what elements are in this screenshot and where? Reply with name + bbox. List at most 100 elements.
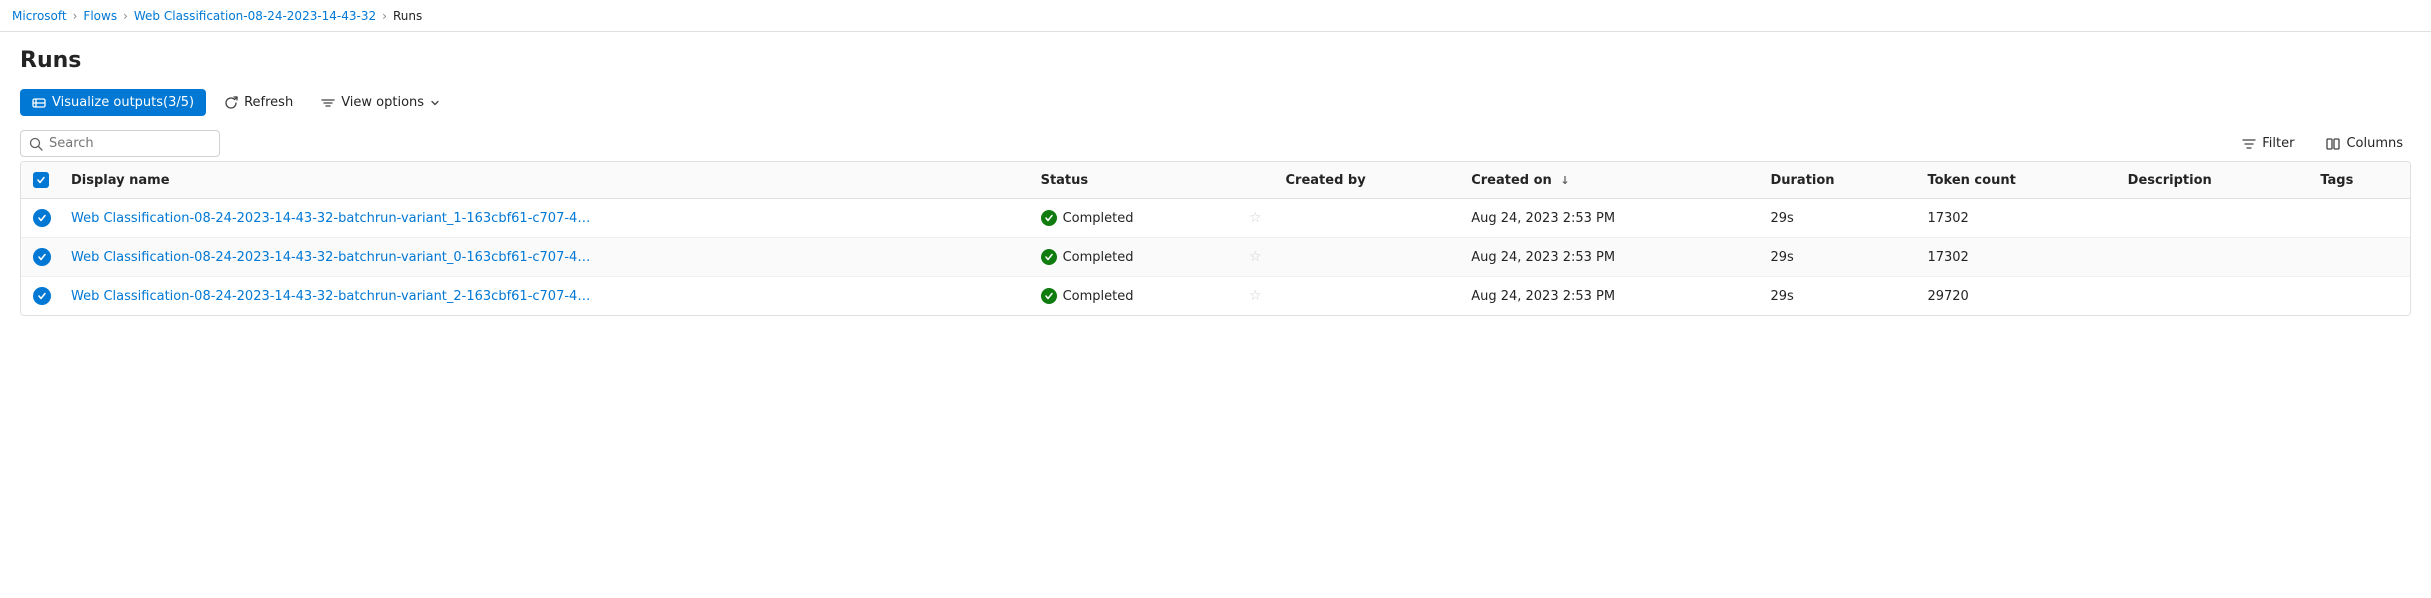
visualize-outputs-label: Visualize outputs(3/5) (52, 95, 194, 110)
completed-check-icon (1044, 252, 1054, 262)
header-created-on-label: Created on (1471, 173, 1552, 188)
row-check-2[interactable] (21, 277, 59, 316)
header-created-on[interactable]: Created on ↓ (1459, 162, 1758, 199)
row-checkbox-2[interactable] (33, 287, 51, 305)
breadcrumb-bar: Microsoft › Flows › Web Classification-0… (0, 0, 2431, 32)
row-checkbox-0[interactable] (33, 209, 51, 227)
row-favorite-0[interactable]: ☆ (1237, 199, 1274, 238)
status-text-0: Completed (1063, 211, 1134, 226)
display-name-link-1[interactable]: Web Classification-08-24-2023-14-43-32-b… (71, 250, 591, 265)
row-tags-2 (2308, 277, 2410, 316)
status-text-1: Completed (1063, 250, 1134, 265)
row-created-on-2: Aug 24, 2023 2:53 PM (1459, 277, 1758, 316)
status-icon-1 (1041, 249, 1057, 265)
header-tags[interactable]: Tags (2308, 162, 2410, 199)
completed-check-icon (1044, 213, 1054, 223)
main-content: Runs Visualize outputs(3/5) Refresh (0, 32, 2431, 332)
columns-button[interactable]: Columns (2318, 131, 2411, 156)
breadcrumb-flows[interactable]: Flows (83, 9, 117, 23)
favorite-star-0[interactable]: ☆ (1249, 210, 1262, 226)
row-duration-1: 29s (1758, 238, 1915, 277)
check-all-icon (36, 175, 46, 185)
header-token-count-label: Token count (1927, 173, 2015, 188)
row-check-icon (37, 213, 47, 223)
search-input[interactable] (49, 136, 211, 151)
header-description-label: Description (2128, 173, 2212, 188)
row-display-name-0[interactable]: Web Classification-08-24-2023-14-43-32-b… (59, 199, 1029, 238)
row-token-count-1: 17302 (1915, 238, 2115, 277)
row-created-by-2 (1274, 277, 1460, 316)
runs-table-container: Display name Status Created by Created o… (20, 161, 2411, 316)
runs-table: Display name Status Created by Created o… (21, 162, 2410, 315)
row-created-by-0 (1274, 199, 1460, 238)
refresh-icon (224, 96, 238, 110)
header-status[interactable]: Status (1029, 162, 1237, 199)
search-box[interactable] (20, 130, 220, 157)
row-tags-0 (2308, 199, 2410, 238)
header-tags-label: Tags (2320, 173, 2353, 188)
table-row: Web Classification-08-24-2023-14-43-32-b… (21, 238, 2410, 277)
status-cell-0: Completed (1041, 210, 1225, 226)
row-display-name-2[interactable]: Web Classification-08-24-2023-14-43-32-b… (59, 277, 1029, 316)
row-status-0: Completed (1029, 199, 1237, 238)
status-text-2: Completed (1063, 289, 1134, 304)
row-checkbox-1[interactable] (33, 248, 51, 266)
toolbar: Visualize outputs(3/5) Refresh View opti… (20, 89, 2411, 116)
breadcrumb-current: Runs (393, 9, 422, 23)
view-options-label: View options (341, 95, 424, 110)
breadcrumb-flow-detail[interactable]: Web Classification-08-24-2023-14-43-32 (134, 9, 376, 23)
refresh-label: Refresh (244, 95, 293, 110)
row-check-icon (37, 291, 47, 301)
display-name-link-0[interactable]: Web Classification-08-24-2023-14-43-32-b… (71, 211, 591, 226)
favorite-star-1[interactable]: ☆ (1249, 249, 1262, 265)
filter-columns-group: Filter Columns (2234, 131, 2411, 156)
view-options-icon (321, 96, 335, 110)
breadcrumb-sep-2: › (123, 9, 128, 23)
row-created-on-1: Aug 24, 2023 2:53 PM (1459, 238, 1758, 277)
table-row: Web Classification-08-24-2023-14-43-32-b… (21, 277, 2410, 316)
view-options-button[interactable]: View options (311, 89, 450, 116)
header-status-label: Status (1041, 173, 1089, 188)
visualize-icon (32, 96, 46, 110)
header-created-by[interactable]: Created by (1274, 162, 1460, 199)
header-token-count[interactable]: Token count (1915, 162, 2115, 199)
row-status-1: Completed (1029, 238, 1237, 277)
header-description[interactable]: Description (2116, 162, 2309, 199)
row-check-0[interactable] (21, 199, 59, 238)
completed-check-icon (1044, 291, 1054, 301)
columns-icon (2326, 137, 2340, 151)
header-duration-label: Duration (1770, 173, 1834, 188)
display-name-link-2[interactable]: Web Classification-08-24-2023-14-43-32-b… (71, 289, 591, 304)
row-status-2: Completed (1029, 277, 1237, 316)
filter-icon (2242, 137, 2256, 151)
row-favorite-2[interactable]: ☆ (1237, 277, 1274, 316)
visualize-outputs-button[interactable]: Visualize outputs(3/5) (20, 89, 206, 116)
search-icon (29, 137, 43, 151)
header-duration[interactable]: Duration (1758, 162, 1915, 199)
select-all-checkbox[interactable] (33, 172, 49, 188)
status-icon-0 (1041, 210, 1057, 226)
row-duration-0: 29s (1758, 199, 1915, 238)
status-cell-2: Completed (1041, 288, 1225, 304)
filter-button[interactable]: Filter (2234, 131, 2302, 156)
row-check-1[interactable] (21, 238, 59, 277)
chevron-down-icon (430, 98, 440, 108)
row-display-name-1[interactable]: Web Classification-08-24-2023-14-43-32-b… (59, 238, 1029, 277)
breadcrumb-sep-3: › (382, 9, 387, 23)
row-favorite-1[interactable]: ☆ (1237, 238, 1274, 277)
status-icon-2 (1041, 288, 1057, 304)
header-check[interactable] (21, 162, 59, 199)
breadcrumb-microsoft[interactable]: Microsoft (12, 9, 67, 23)
columns-label: Columns (2346, 136, 2403, 151)
refresh-button[interactable]: Refresh (214, 89, 303, 116)
row-duration-2: 29s (1758, 277, 1915, 316)
favorite-star-2[interactable]: ☆ (1249, 288, 1262, 304)
row-description-2 (2116, 277, 2309, 316)
header-display-name-label: Display name (71, 173, 170, 188)
row-created-by-1 (1274, 238, 1460, 277)
sort-down-icon: ↓ (1560, 174, 1569, 187)
row-token-count-0: 17302 (1915, 199, 2115, 238)
header-display-name[interactable]: Display name (59, 162, 1029, 199)
row-created-on-0: Aug 24, 2023 2:53 PM (1459, 199, 1758, 238)
table-row: Web Classification-08-24-2023-14-43-32-b… (21, 199, 2410, 238)
